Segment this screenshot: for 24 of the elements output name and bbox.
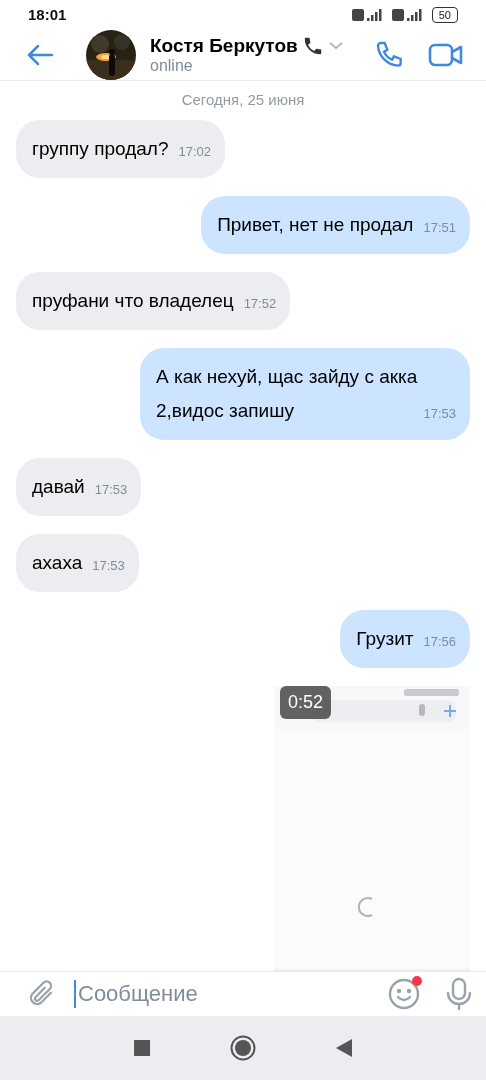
back-icon[interactable] — [336, 1039, 352, 1057]
chevron-down-icon[interactable] — [327, 40, 344, 51]
home-icon[interactable] — [230, 1035, 256, 1061]
message-time: 17:53 — [94, 480, 128, 499]
message-time: 17:56 — [423, 632, 456, 651]
video-duration: 0:52 — [280, 685, 332, 719]
message-time: 17:53 — [92, 556, 125, 575]
contact-status: online — [150, 56, 194, 75]
message-text: Грузит — [356, 627, 414, 649]
contact-name[interactable]: Костя Беркутов — [150, 34, 298, 57]
message-text: Привет, нет не продал — [217, 213, 414, 235]
message-time: 17:52 — [243, 294, 277, 313]
battery-indicator: 50 — [431, 6, 458, 23]
message-time: 17:53 — [423, 404, 456, 423]
message-text: группу продал? — [32, 137, 169, 159]
message-text: давай — [32, 475, 85, 497]
message-input[interactable]: Сообщение — [74, 979, 368, 1008]
message-time: 17:02 — [178, 142, 211, 161]
clock: 18:01 — [28, 6, 67, 24]
date-separator: Сегодня, 25 июня — [180, 90, 306, 108]
message-text: пруфани что владелец — [32, 289, 234, 311]
message-text: А как нехуй, щас зайду с акка 2,видос запишу — [156, 365, 418, 421]
message-time: 17:51 — [423, 218, 456, 237]
message-text: ахаха — [32, 551, 83, 573]
